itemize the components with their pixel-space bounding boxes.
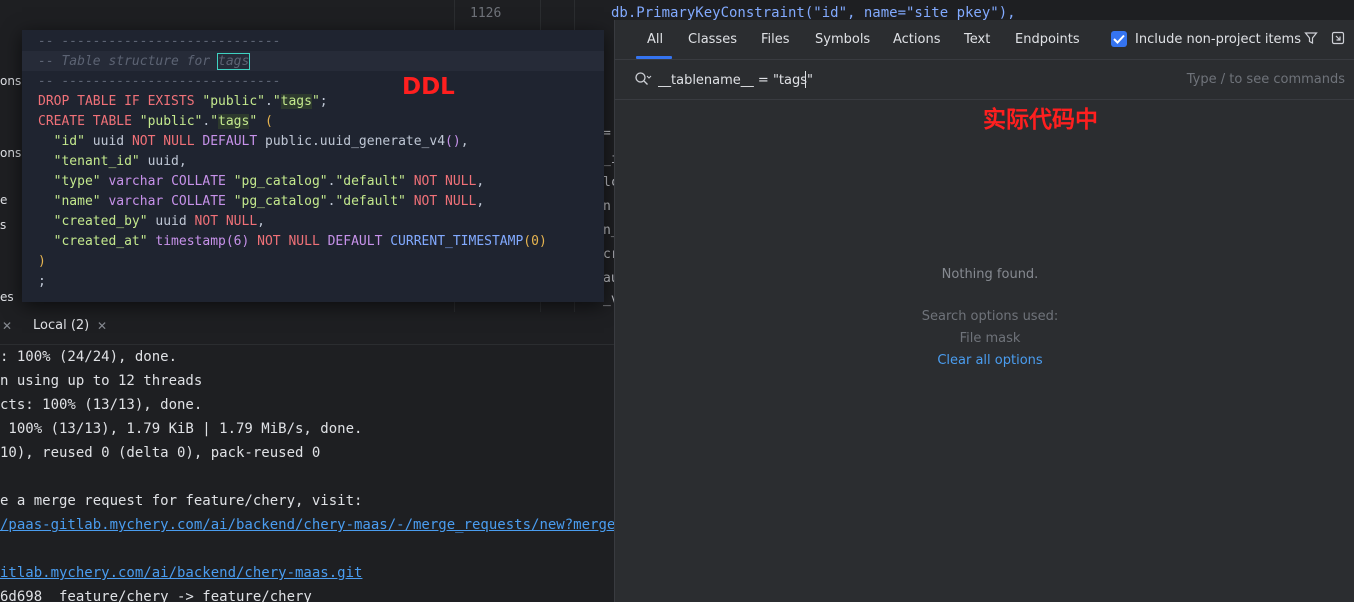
search-input[interactable] (658, 71, 1058, 89)
code-fragment: = (603, 126, 611, 141)
search-match: tags (217, 53, 251, 70)
code-line: "created_at" timestamp(6) NOT NULL DEFAU… (53, 234, 547, 249)
line-number: 1126 (470, 6, 502, 21)
tab-endpoints[interactable]: Endpoints (1015, 32, 1080, 47)
terminal-line: : 100% (24/24), done. (0, 349, 178, 365)
code-line: ) (38, 254, 46, 269)
ddl-annotation: DDL (402, 74, 455, 100)
left-panel-fragment: ons (0, 146, 22, 160)
options-used-label: Search options used: (921, 309, 1059, 324)
search-icon[interactable] (634, 71, 652, 87)
include-non-project-checkbox[interactable] (1111, 31, 1127, 47)
empty-results-message: Nothing found. (941, 267, 1039, 282)
terminal-line: cts: 100% (13/13), done. (0, 397, 203, 413)
terminal-link[interactable]: /paas-gitlab.mychery.com/ai/backend/cher… (0, 517, 614, 533)
filter-icon[interactable] (1304, 31, 1318, 45)
terminal-line: n using up to 12 threads (0, 373, 203, 389)
tab-files[interactable]: Files (761, 32, 790, 47)
code-fragment-top: db.PrimaryKeyConstraint("id", name="site… (611, 5, 1016, 21)
terminal-output[interactable]: : 100% (24/24), done. n using up to 12 t… (0, 346, 614, 602)
left-panel-fragment: e (0, 193, 8, 207)
terminal-line: 6d698 feature/chery -> feature/chery (0, 589, 312, 602)
left-panel-fragment: ons (0, 74, 22, 88)
open-in-window-icon[interactable] (1331, 31, 1345, 45)
code-line: ; (38, 274, 46, 289)
tab-symbols[interactable]: Symbols (815, 32, 870, 47)
code-line: DROP TABLE IF EXISTS "public"."tags"; (38, 94, 328, 109)
code-fragment: n (603, 199, 611, 214)
code-line: "id" uuid NOT NULL DEFAULT public.uuid_g… (53, 134, 469, 149)
include-non-project-label[interactable]: Include non-project items (1135, 32, 1301, 47)
actual-code-annotation: 实际代码中 (983, 107, 1098, 133)
sql-comment: -- Table structure for tags (38, 53, 251, 70)
option-file-mask: File mask (959, 331, 1021, 346)
code-line: CREATE TABLE "public"."tags" ( (38, 114, 273, 129)
code-line: "name" varchar COLLATE "pg_catalog"."def… (53, 194, 485, 209)
terminal-line: 100% (13/13), 1.79 KiB | 1.79 MiB/s, don… (0, 421, 363, 437)
code-line: "type" varchar COLLATE "pg_catalog"."def… (53, 174, 485, 189)
code-line: -- ---------------------------- (38, 34, 281, 49)
clear-all-options-link[interactable]: Clear all options (615, 353, 1354, 368)
terminal-tab-bar: ✕ Local (2) ✕ (0, 312, 614, 345)
tab-classes[interactable]: Classes (688, 32, 737, 47)
active-tab-indicator (636, 56, 672, 59)
terminal-link[interactable]: itlab.mychery.com/ai/backend/chery-maas.… (0, 565, 362, 581)
left-panel-fragment: es (0, 290, 14, 304)
code-line: "created_by" uuid NOT NULL, (53, 214, 265, 229)
search-row: Type / to see commands (615, 60, 1354, 100)
close-icon[interactable]: ✕ (97, 319, 107, 333)
code-line: "tenant_id" uuid, (53, 154, 187, 169)
search-everywhere-popup: All Classes Files Symbols Actions Text E… (614, 20, 1354, 602)
sql-comment: -- ---------------------------- (38, 34, 281, 49)
close-icon[interactable]: ✕ (2, 319, 12, 333)
tab-all[interactable]: All (647, 32, 663, 47)
commands-hint: Type / to see commands (1186, 72, 1345, 87)
code-line: -- ---------------------------- (38, 74, 281, 89)
tab-actions[interactable]: Actions (893, 32, 941, 47)
search-tabs: All Classes Files Symbols Actions Text E… (615, 20, 1354, 60)
tab-text[interactable]: Text (964, 32, 990, 47)
code-line: -- Table structure for tags (38, 53, 251, 70)
terminal-line: 10), reused 0 (delta 0), pack-reused 0 (0, 445, 321, 461)
checkmark-icon (1113, 34, 1125, 44)
sql-comment: -- ---------------------------- (38, 74, 281, 89)
left-panel-fragment: s (0, 218, 7, 232)
ddl-popup: -- ---------------------------- -- Table… (22, 30, 604, 302)
text-caret (805, 71, 806, 88)
terminal-line: e a merge request for feature/chery, vis… (0, 493, 363, 509)
terminal-tab-local[interactable]: Local (2) (33, 318, 89, 333)
